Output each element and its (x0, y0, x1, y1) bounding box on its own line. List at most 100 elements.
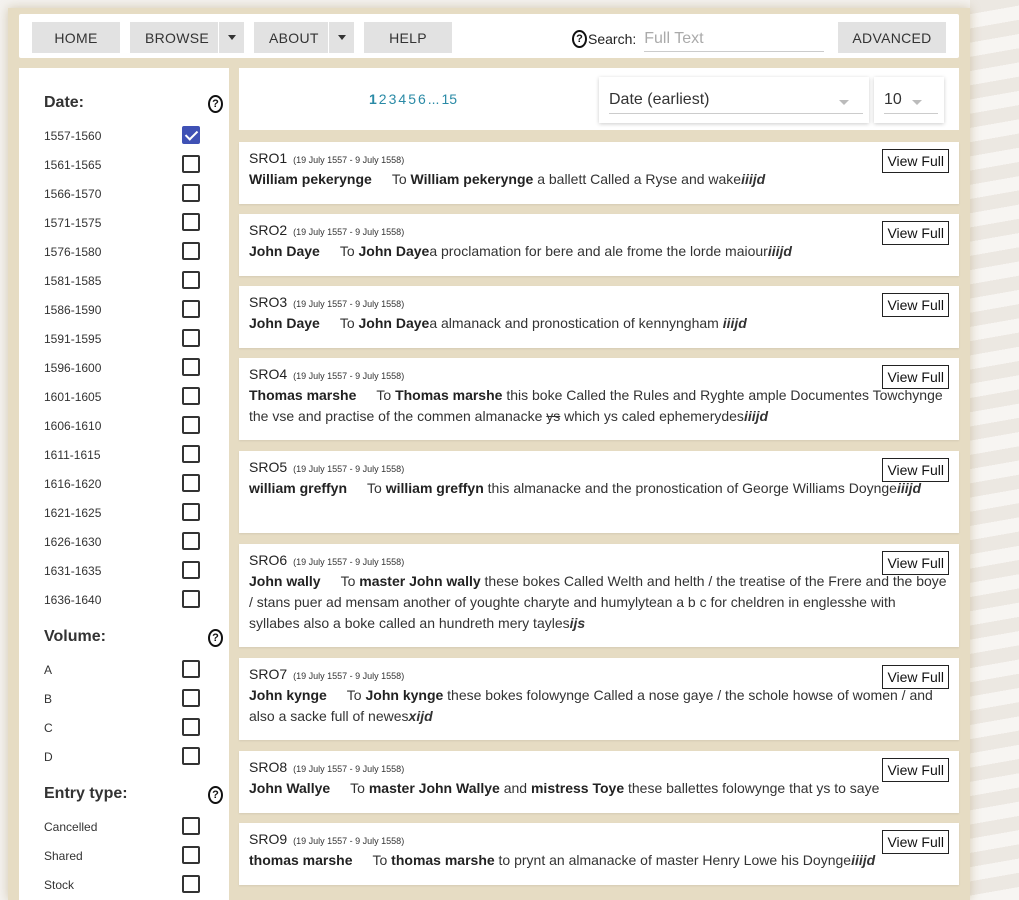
filter-option[interactable]: C (44, 718, 204, 738)
page-link[interactable]: 2 (379, 91, 387, 107)
result-header: SRO4 (19 July 1557 - 9 July 1558) (249, 366, 949, 384)
filter-option[interactable]: Stock (44, 875, 204, 895)
view-full-button[interactable]: View Full (882, 365, 949, 389)
filter-checkbox[interactable] (182, 561, 200, 579)
result-entry-text: John Daye To John Dayea proclamation for … (249, 243, 792, 259)
result-card: SRO1 (19 July 1557 - 9 July 1558) William … (239, 142, 959, 204)
filter-option[interactable]: 1591-1595 (44, 329, 204, 349)
search-input[interactable] (644, 26, 825, 52)
filter-option[interactable]: 1561-1565 (44, 155, 204, 175)
view-full-button[interactable]: View Full (882, 758, 949, 782)
filter-checkbox[interactable] (182, 358, 200, 376)
about-label: ABOUT (269, 29, 319, 46)
page-link[interactable]: ... (428, 91, 440, 107)
filter-option[interactable]: D (44, 747, 204, 767)
about-button[interactable]: ABOUT (254, 22, 354, 53)
filter-checkbox[interactable] (182, 213, 200, 231)
sort-select[interactable]: Date (earliest) (599, 77, 869, 123)
view-full-button[interactable]: View Full (882, 149, 949, 173)
page-link[interactable]: 1 (369, 91, 377, 107)
filter-option[interactable]: 1576-1580 (44, 242, 204, 262)
view-full-button[interactable]: View Full (882, 665, 949, 689)
help-button[interactable]: HELP (364, 22, 452, 53)
filter-option[interactable]: 1571-1575 (44, 213, 204, 233)
volume-help-icon[interactable]: ? (208, 629, 223, 647)
filter-option[interactable]: A (44, 660, 204, 680)
result-entry-text: John wally To master John wally these bok… (249, 573, 947, 631)
filter-checkbox[interactable] (182, 590, 200, 608)
filter-option[interactable]: 1586-1590 (44, 300, 204, 320)
filter-checkbox[interactable] (182, 184, 200, 202)
filter-option[interactable]: Shared (44, 846, 204, 866)
view-full-button[interactable]: View Full (882, 221, 949, 245)
filter-option[interactable]: 1596-1600 (44, 358, 204, 378)
filter-checkbox[interactable] (182, 155, 200, 173)
search-label: Search: (588, 31, 637, 47)
result-card: SRO8 (19 July 1557 - 9 July 1558) John Wal… (239, 751, 959, 813)
filter-option-label: 1586-1590 (44, 303, 102, 317)
help-label: HELP (389, 29, 427, 46)
date-help-icon[interactable]: ? (208, 95, 223, 113)
page-link[interactable]: 3 (389, 91, 397, 107)
advanced-search-button[interactable]: ADVANCED (838, 22, 946, 53)
filter-checkbox[interactable] (182, 300, 200, 318)
filter-option[interactable]: 1631-1635 (44, 561, 204, 581)
filter-checkbox[interactable] (182, 416, 200, 434)
filter-option-label: 1576-1580 (44, 245, 102, 259)
filter-option[interactable]: Cancelled (44, 817, 204, 837)
filter-option[interactable]: 1626-1630 (44, 532, 204, 552)
help-question-icon[interactable]: ? (572, 30, 587, 48)
chevron-down-icon (912, 100, 922, 105)
filter-option[interactable]: 1611-1615 (44, 445, 204, 465)
page-link[interactable]: 4 (398, 91, 406, 107)
per-page-select[interactable]: 10 (874, 77, 944, 123)
filter-option[interactable]: 1606-1610 (44, 416, 204, 436)
filter-option[interactable]: 1616-1620 (44, 474, 204, 494)
filter-option[interactable]: 1557-1560 (44, 126, 204, 146)
filter-option[interactable]: 1566-1570 (44, 184, 204, 204)
view-full-button[interactable]: View Full (882, 458, 949, 482)
filter-option-label: 1621-1625 (44, 506, 102, 520)
filter-option[interactable]: 1581-1585 (44, 271, 204, 291)
filter-checkbox[interactable] (182, 271, 200, 289)
browse-button[interactable]: BROWSE (130, 22, 244, 53)
filter-checkbox[interactable] (182, 817, 200, 835)
filter-option[interactable]: B (44, 689, 204, 709)
filter-checkbox[interactable] (182, 242, 200, 260)
filter-checkbox[interactable] (182, 503, 200, 521)
filter-checkbox[interactable] (182, 660, 200, 678)
filter-option-label: 1606-1610 (44, 419, 102, 433)
per-page-underline (884, 113, 938, 114)
view-full-button[interactable]: View Full (882, 551, 949, 575)
filter-option[interactable]: 1601-1605 (44, 387, 204, 407)
result-date: (19 July 1557 - 9 July 1558) (293, 227, 405, 237)
filter-option[interactable]: 1621-1625 (44, 503, 204, 523)
filter-checkbox[interactable] (182, 747, 200, 765)
result-id: SRO7 (249, 666, 288, 682)
about-dropdown-toggle[interactable] (328, 22, 354, 53)
page-link[interactable]: 6 (418, 91, 426, 107)
result-entry-text: Thomas marshe To Thomas marshe this boke … (249, 387, 943, 424)
filter-checkbox[interactable] (182, 387, 200, 405)
filter-checkbox[interactable] (182, 329, 200, 347)
result-entry-text: william greffyn To william greffyn this a… (249, 480, 922, 496)
browse-dropdown-toggle[interactable] (218, 22, 244, 53)
filter-checkbox[interactable] (182, 532, 200, 550)
entry-type-help-icon[interactable]: ? (208, 786, 223, 804)
filter-checkbox[interactable] (182, 875, 200, 893)
filter-checkbox[interactable] (182, 126, 200, 144)
filter-checkbox[interactable] (182, 846, 200, 864)
page-link[interactable]: 15 (441, 91, 457, 107)
view-full-button[interactable]: View Full (882, 293, 949, 317)
filter-checkbox[interactable] (182, 445, 200, 463)
result-header: SRO9 (19 July 1557 - 9 July 1558) (249, 831, 949, 849)
result-card: SRO9 (19 July 1557 - 9 July 1558) thomas m… (239, 823, 959, 885)
filter-checkbox[interactable] (182, 689, 200, 707)
filter-option[interactable]: 1636-1640 (44, 590, 204, 610)
home-button[interactable]: HOME (32, 22, 120, 53)
view-full-button[interactable]: View Full (882, 830, 949, 854)
result-header: SRO8 (19 July 1557 - 9 July 1558) (249, 759, 949, 777)
filter-checkbox[interactable] (182, 474, 200, 492)
page-link[interactable]: 5 (408, 91, 416, 107)
filter-checkbox[interactable] (182, 718, 200, 736)
